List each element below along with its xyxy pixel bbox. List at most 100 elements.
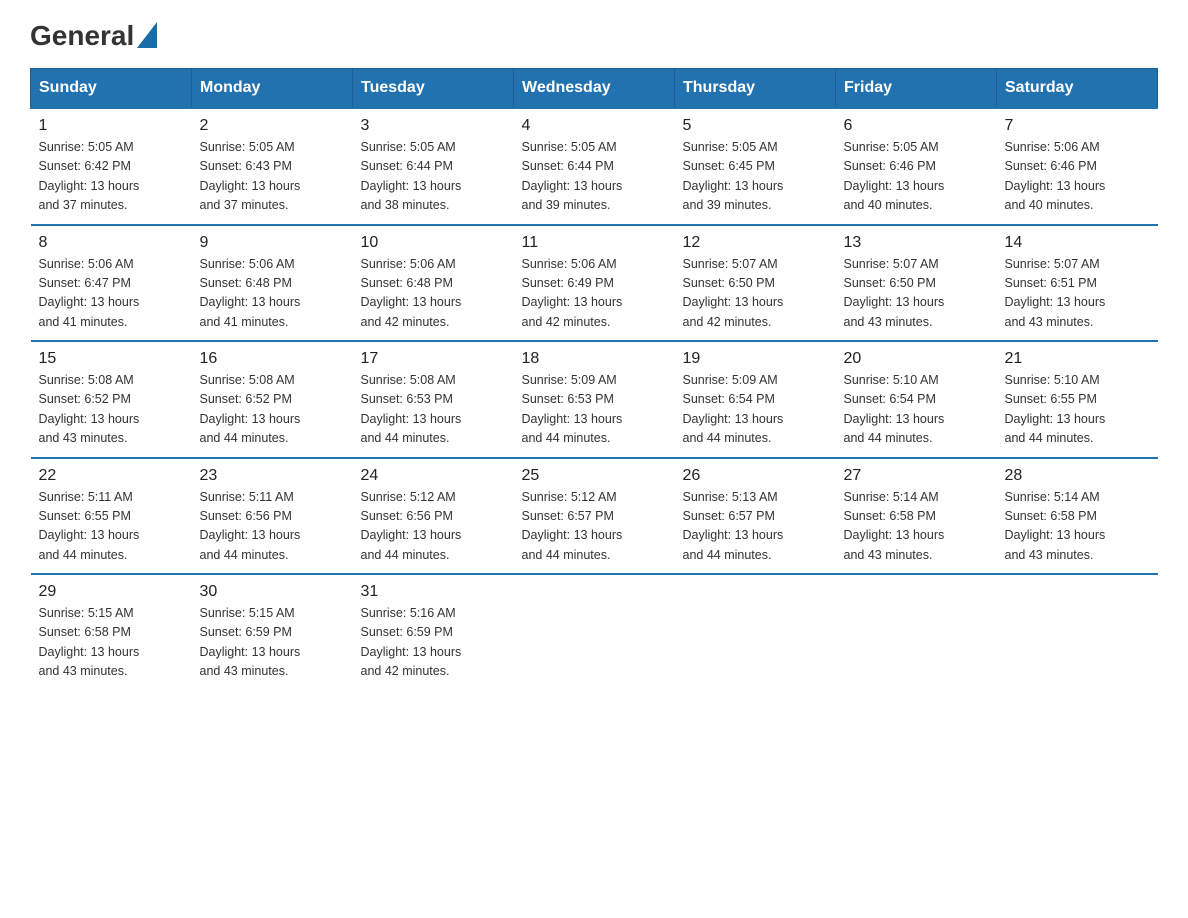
day-number: 17 xyxy=(361,350,506,368)
day-info: Sunrise: 5:10 AMSunset: 6:54 PMDaylight:… xyxy=(844,371,989,449)
day-number: 14 xyxy=(1005,234,1150,252)
day-cell: 11 Sunrise: 5:06 AMSunset: 6:49 PMDayligh… xyxy=(514,225,675,342)
day-info: Sunrise: 5:14 AMSunset: 6:58 PMDaylight:… xyxy=(1005,488,1150,566)
day-cell: 22Sunrise: 5:11 AMSunset: 6:55 PMDayligh… xyxy=(31,458,192,575)
day-number: 18 xyxy=(522,350,667,368)
day-cell: 28 Sunrise: 5:14 AMSunset: 6:58 PMDayligh… xyxy=(997,458,1158,575)
day-info: Sunrise: 5:12 AMSunset: 6:56 PMDaylight:… xyxy=(361,488,506,566)
day-cell xyxy=(836,574,997,690)
day-number: 13 xyxy=(844,234,989,252)
day-info: Sunrise: 5:10 AMSunset: 6:55 PMDaylight:… xyxy=(1005,371,1150,449)
day-number: 29 xyxy=(39,583,184,601)
day-info: Sunrise: 5:05 AMSunset: 6:44 PMDaylight:… xyxy=(522,138,667,216)
day-cell: 1Sunrise: 5:05 AMSunset: 6:42 PMDaylight… xyxy=(31,108,192,225)
day-cell: 29 Sunrise: 5:15 AMSunset: 6:58 PMDayligh… xyxy=(31,574,192,690)
day-info: Sunrise: 5:16 AMSunset: 6:59 PMDaylight:… xyxy=(361,604,506,682)
day-number: 11 xyxy=(522,234,667,252)
day-number: 26 xyxy=(683,467,828,485)
day-cell xyxy=(997,574,1158,690)
day-number: 8 xyxy=(39,234,184,252)
week-row-2: 8 Sunrise: 5:06 AMSunset: 6:47 PMDaylight… xyxy=(31,225,1158,342)
day-number: 30 xyxy=(200,583,345,601)
day-number: 4 xyxy=(522,117,667,135)
weekday-header-saturday: Saturday xyxy=(997,69,1158,109)
logo: General xyxy=(30,20,157,48)
day-cell: 17 Sunrise: 5:08 AMSunset: 6:53 PMDayligh… xyxy=(353,341,514,458)
day-info: Sunrise: 5:06 AMSunset: 6:49 PMDaylight:… xyxy=(522,255,667,333)
day-cell: 4 Sunrise: 5:05 AMSunset: 6:44 PMDaylight… xyxy=(514,108,675,225)
weekday-header-tuesday: Tuesday xyxy=(353,69,514,109)
day-info: Sunrise: 5:05 AMSunset: 6:45 PMDaylight:… xyxy=(683,138,828,216)
calendar-table: SundayMondayTuesdayWednesdayThursdayFrid… xyxy=(30,68,1158,690)
day-cell: 26 Sunrise: 5:13 AMSunset: 6:57 PMDayligh… xyxy=(675,458,836,575)
day-number: 20 xyxy=(844,350,989,368)
day-cell: 24 Sunrise: 5:12 AMSunset: 6:56 PMDayligh… xyxy=(353,458,514,575)
day-info: Sunrise: 5:08 AMSunset: 6:52 PMDaylight:… xyxy=(39,371,184,449)
day-info: Sunrise: 5:06 AMSunset: 6:48 PMDaylight:… xyxy=(200,255,345,333)
day-info: Sunrise: 5:07 AMSunset: 6:50 PMDaylight:… xyxy=(844,255,989,333)
day-cell: 8 Sunrise: 5:06 AMSunset: 6:47 PMDaylight… xyxy=(31,225,192,342)
day-cell: 19Sunrise: 5:09 AMSunset: 6:54 PMDayligh… xyxy=(675,341,836,458)
day-cell: 16 Sunrise: 5:08 AMSunset: 6:52 PMDayligh… xyxy=(192,341,353,458)
weekday-header-row: SundayMondayTuesdayWednesdayThursdayFrid… xyxy=(31,69,1158,109)
week-row-5: 29 Sunrise: 5:15 AMSunset: 6:58 PMDayligh… xyxy=(31,574,1158,690)
day-number: 24 xyxy=(361,467,506,485)
day-info: Sunrise: 5:11 AMSunset: 6:55 PMDaylight:… xyxy=(39,488,184,566)
weekday-header-thursday: Thursday xyxy=(675,69,836,109)
day-cell: 12 Sunrise: 5:07 AMSunset: 6:50 PMDayligh… xyxy=(675,225,836,342)
day-number: 7 xyxy=(1005,117,1150,135)
day-info: Sunrise: 5:05 AMSunset: 6:46 PMDaylight:… xyxy=(844,138,989,216)
day-cell: 9 Sunrise: 5:06 AMSunset: 6:48 PMDaylight… xyxy=(192,225,353,342)
day-cell: 10 Sunrise: 5:06 AMSunset: 6:48 PMDayligh… xyxy=(353,225,514,342)
day-number: 3 xyxy=(361,117,506,135)
day-number: 2 xyxy=(200,117,345,135)
day-cell: 2 Sunrise: 5:05 AMSunset: 6:43 PMDaylight… xyxy=(192,108,353,225)
day-cell: 27Sunrise: 5:14 AMSunset: 6:58 PMDayligh… xyxy=(836,458,997,575)
day-number: 25 xyxy=(522,467,667,485)
day-number: 27 xyxy=(844,467,989,485)
weekday-header-friday: Friday xyxy=(836,69,997,109)
day-cell: 25Sunrise: 5:12 AMSunset: 6:57 PMDayligh… xyxy=(514,458,675,575)
week-row-3: 15Sunrise: 5:08 AMSunset: 6:52 PMDayligh… xyxy=(31,341,1158,458)
day-info: Sunrise: 5:05 AMSunset: 6:43 PMDaylight:… xyxy=(200,138,345,216)
day-info: Sunrise: 5:06 AMSunset: 6:48 PMDaylight:… xyxy=(361,255,506,333)
day-number: 16 xyxy=(200,350,345,368)
day-cell: 18 Sunrise: 5:09 AMSunset: 6:53 PMDayligh… xyxy=(514,341,675,458)
day-cell: 30 Sunrise: 5:15 AMSunset: 6:59 PMDayligh… xyxy=(192,574,353,690)
day-cell: 13 Sunrise: 5:07 AMSunset: 6:50 PMDayligh… xyxy=(836,225,997,342)
day-info: Sunrise: 5:06 AMSunset: 6:46 PMDaylight:… xyxy=(1005,138,1150,216)
day-number: 28 xyxy=(1005,467,1150,485)
day-cell: 5 Sunrise: 5:05 AMSunset: 6:45 PMDaylight… xyxy=(675,108,836,225)
day-cell xyxy=(514,574,675,690)
day-cell: 7 Sunrise: 5:06 AMSunset: 6:46 PMDaylight… xyxy=(997,108,1158,225)
day-cell: 20 Sunrise: 5:10 AMSunset: 6:54 PMDayligh… xyxy=(836,341,997,458)
day-number: 5 xyxy=(683,117,828,135)
logo-triangle-icon xyxy=(137,22,157,53)
day-number: 23 xyxy=(200,467,345,485)
day-cell: 23 Sunrise: 5:11 AMSunset: 6:56 PMDayligh… xyxy=(192,458,353,575)
day-info: Sunrise: 5:07 AMSunset: 6:50 PMDaylight:… xyxy=(683,255,828,333)
day-info: Sunrise: 5:11 AMSunset: 6:56 PMDaylight:… xyxy=(200,488,345,566)
day-info: Sunrise: 5:13 AMSunset: 6:57 PMDaylight:… xyxy=(683,488,828,566)
day-cell: 6 Sunrise: 5:05 AMSunset: 6:46 PMDaylight… xyxy=(836,108,997,225)
day-info: Sunrise: 5:05 AMSunset: 6:44 PMDaylight:… xyxy=(361,138,506,216)
day-number: 12 xyxy=(683,234,828,252)
page-header: General xyxy=(30,20,1158,48)
day-info: Sunrise: 5:08 AMSunset: 6:53 PMDaylight:… xyxy=(361,371,506,449)
day-cell: 14Sunrise: 5:07 AMSunset: 6:51 PMDayligh… xyxy=(997,225,1158,342)
day-info: Sunrise: 5:05 AMSunset: 6:42 PMDaylight:… xyxy=(39,138,184,216)
day-number: 10 xyxy=(361,234,506,252)
day-number: 31 xyxy=(361,583,506,601)
day-info: Sunrise: 5:08 AMSunset: 6:52 PMDaylight:… xyxy=(200,371,345,449)
day-cell xyxy=(675,574,836,690)
day-info: Sunrise: 5:15 AMSunset: 6:59 PMDaylight:… xyxy=(200,604,345,682)
day-info: Sunrise: 5:15 AMSunset: 6:58 PMDaylight:… xyxy=(39,604,184,682)
day-cell: 31 Sunrise: 5:16 AMSunset: 6:59 PMDayligh… xyxy=(353,574,514,690)
week-row-4: 22Sunrise: 5:11 AMSunset: 6:55 PMDayligh… xyxy=(31,458,1158,575)
day-number: 6 xyxy=(844,117,989,135)
day-info: Sunrise: 5:06 AMSunset: 6:47 PMDaylight:… xyxy=(39,255,184,333)
weekday-header-wednesday: Wednesday xyxy=(514,69,675,109)
day-number: 9 xyxy=(200,234,345,252)
day-info: Sunrise: 5:09 AMSunset: 6:53 PMDaylight:… xyxy=(522,371,667,449)
day-cell: 21Sunrise: 5:10 AMSunset: 6:55 PMDayligh… xyxy=(997,341,1158,458)
